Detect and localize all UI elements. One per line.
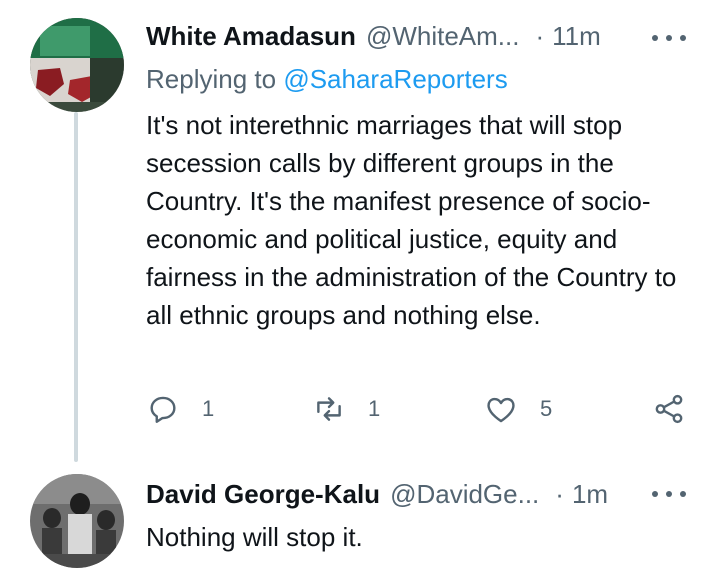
timestamp[interactable]: 1m (572, 479, 608, 510)
display-name[interactable]: David George-Kalu (146, 479, 380, 510)
retweet-count: 1 (368, 396, 381, 421)
reply-icon (146, 392, 180, 426)
reply-button[interactable]: 1 (146, 392, 214, 426)
more-icon[interactable] (652, 484, 686, 504)
separator-dot: · (535, 20, 545, 51)
replying-to-link[interactable]: @SaharaReporters (283, 64, 507, 94)
like-button[interactable]: 5 (484, 392, 552, 426)
like-count: 5 (540, 396, 553, 421)
more-icon[interactable] (652, 28, 686, 48)
replying-to: Replying to @SaharaReporters (146, 64, 508, 95)
tweet-text: It's not interethnic marriages that will… (146, 110, 677, 330)
replying-to-label: Replying to (146, 64, 277, 94)
tweet-text: Nothing will stop it. (146, 522, 363, 552)
thread-connector-line (74, 112, 78, 462)
tweet-header: David George-Kalu @DavidGe... · 1m (146, 474, 608, 514)
retweet-button[interactable]: 1 (312, 392, 380, 426)
reply-count: 1 (202, 396, 215, 421)
avatar[interactable] (30, 474, 124, 568)
user-handle[interactable]: @WhiteAm... (366, 21, 520, 52)
display-name[interactable]: White Amadasun (146, 21, 356, 52)
separator-dot: · (555, 478, 564, 509)
like-icon (484, 392, 518, 426)
share-icon (652, 392, 686, 426)
avatar[interactable] (30, 18, 124, 112)
share-button[interactable] (652, 392, 686, 426)
tweet-header: White Amadasun @WhiteAm... · 11m (146, 16, 601, 56)
user-handle[interactable]: @DavidGe... (390, 479, 539, 510)
retweet-icon (312, 392, 346, 426)
timestamp[interactable]: 11m (552, 21, 601, 52)
